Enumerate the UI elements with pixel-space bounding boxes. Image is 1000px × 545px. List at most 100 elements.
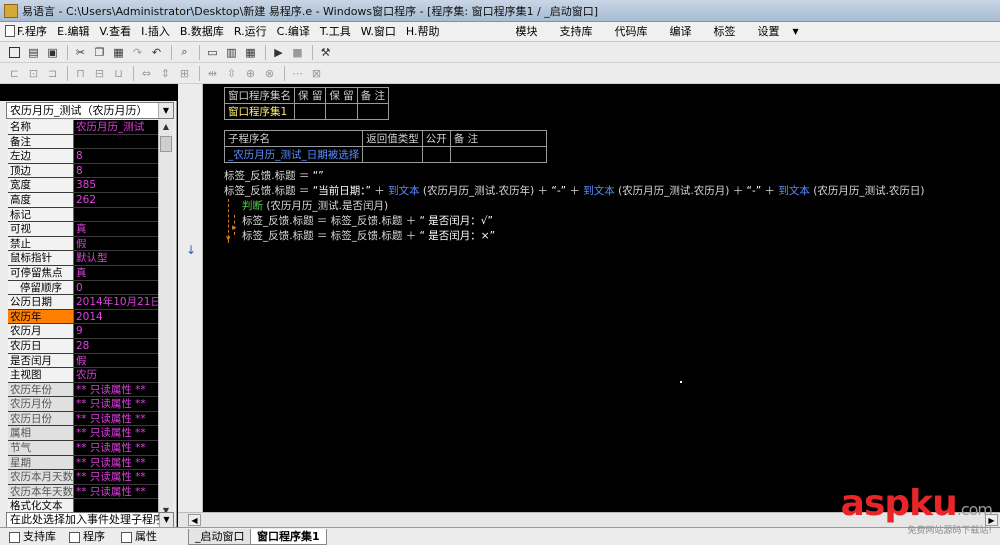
menu-window[interactable]: W.窗口	[356, 22, 401, 42]
align-middle-icon[interactable]: ⊟	[91, 65, 108, 82]
property-row[interactable]: 农历日份 ** 只读属性 **	[8, 411, 158, 427]
open-folder-icon[interactable]: ▤	[25, 44, 42, 61]
property-value[interactable]: 真	[74, 265, 158, 280]
property-value[interactable]: 真	[74, 222, 158, 236]
property-row[interactable]: 顶边 8	[8, 163, 158, 179]
property-row[interactable]: 左边 8	[8, 149, 158, 164]
code-line-4[interactable]: 标签_反馈.标题 ＝ 标签_反馈.标题 ＋ “ 是否闰月：√”	[242, 213, 493, 228]
property-value[interactable]: ** 只读属性 **	[74, 397, 158, 411]
tab-window-assembly[interactable]: 窗口程序集1	[250, 529, 327, 545]
menu-insert[interactable]: I.插入	[136, 22, 175, 42]
assembly-reserved1-cell[interactable]	[293, 103, 327, 120]
menu-help[interactable]: H.帮助	[401, 22, 445, 42]
tab-properties[interactable]: 属性	[118, 529, 160, 545]
property-value[interactable]: ** 只读属性 **	[74, 470, 158, 484]
code-line-1[interactable]: 标签_反馈.标题 ＝ “”	[224, 168, 324, 183]
space-vertical-icon[interactable]: ⇳	[223, 65, 240, 82]
property-row[interactable]: 鼠标指针 默认型	[8, 251, 158, 266]
menu-tags[interactable]: 标签	[702, 22, 746, 42]
menu-run[interactable]: R.运行	[229, 22, 272, 42]
assembly-remark-cell[interactable]	[356, 103, 390, 120]
property-row[interactable]: 节气 ** 只读属性 **	[8, 441, 158, 456]
assembly-reserved2-cell[interactable]	[325, 103, 358, 120]
code-line-2[interactable]: 标签_反馈.标题 ＝ “当前日期：” ＋ 到文本 (农历月历_测试.农历年) ＋…	[224, 183, 925, 198]
property-row[interactable]: 主视图 农历	[8, 368, 158, 383]
property-value[interactable]: ** 只读属性 **	[74, 455, 158, 470]
property-row[interactable]: 标记	[8, 207, 158, 223]
property-row[interactable]: 农历月 9	[8, 324, 158, 339]
tab-program[interactable]: 程序	[66, 529, 108, 545]
property-row[interactable]: 是否闰月假	[8, 353, 158, 369]
align-left-icon[interactable]: ⊏	[6, 65, 23, 82]
property-value[interactable]: ** 只读属性 **	[74, 484, 158, 499]
property-row[interactable]: 农历年份 ** 只读属性 **	[8, 382, 158, 398]
property-row[interactable]: 农历日 28	[8, 338, 158, 354]
property-row[interactable]: 星期 ** 只读属性 **	[8, 455, 158, 471]
property-value[interactable]: 2014年10月21日23	[74, 295, 158, 309]
run-icon[interactable]: ▶	[270, 44, 287, 61]
property-value[interactable]: 8	[74, 163, 158, 178]
undo-icon[interactable]: ↶	[148, 44, 165, 61]
align-right-icon[interactable]: ⊐	[44, 65, 61, 82]
property-value[interactable]: 8	[74, 149, 158, 163]
property-value[interactable]: ** 只读属性 **	[74, 441, 158, 455]
paste-icon[interactable]: ▦	[110, 44, 127, 61]
property-value[interactable]: 385	[74, 178, 158, 192]
property-value[interactable]	[74, 134, 158, 149]
property-row[interactable]: 停留顺序 0	[8, 280, 158, 296]
property-row[interactable]: 农历本月天数 ** 只读属性 **	[8, 470, 158, 485]
code-editor[interactable]: 窗口程序集名 保 留 保 留 备 注 窗口程序集1 子程序名 返回值类型 公开 …	[204, 84, 1000, 512]
menu-settings[interactable]: 设置	[746, 22, 790, 42]
align-center-icon[interactable]: ⊡	[25, 65, 42, 82]
menu-program[interactable]: F.程序	[0, 22, 52, 42]
window-split-icon[interactable]: ▥	[223, 44, 240, 61]
assembly-name-cell[interactable]: 窗口程序集1	[224, 103, 295, 120]
object-selector[interactable]: 农历月历_测试（农历月历） ▼	[6, 102, 174, 119]
property-row[interactable]: 可视真	[8, 222, 158, 237]
menu-tools[interactable]: T.工具	[315, 22, 356, 42]
property-value[interactable]: 2014	[74, 309, 158, 324]
align-bottom-icon[interactable]: ⊔	[110, 65, 127, 82]
debug-tools-icon[interactable]: ⚒	[317, 44, 334, 61]
property-row[interactable]: 农历本年天数 ** 只读属性 **	[8, 484, 158, 500]
sub-name-cell[interactable]: _农历月历_测试_日期被选择	[223, 146, 364, 163]
property-row[interactable]: 备注	[8, 134, 158, 150]
property-row[interactable]: 宽度 385	[8, 178, 158, 193]
tab-startup-window[interactable]: _启动窗口	[188, 529, 252, 545]
new-file-icon[interactable]	[6, 44, 23, 61]
code-line-5[interactable]: 标签_反馈.标题 ＝ 标签_反馈.标题 ＋ “ 是否闰月：×”	[242, 228, 495, 243]
stop-icon[interactable]: ■	[289, 44, 306, 61]
menu-modules[interactable]: 模块	[504, 22, 548, 42]
property-value[interactable]: 农历月历_测试	[74, 120, 158, 134]
find-icon[interactable]: ⌕	[176, 44, 193, 61]
sub-remark-cell[interactable]	[449, 146, 547, 163]
property-row[interactable]: 可停留焦点真	[8, 265, 158, 281]
property-value[interactable]: 假	[74, 236, 158, 251]
menu-support-library[interactable]: 支持库	[548, 22, 603, 42]
same-width-icon[interactable]: ⇔	[138, 65, 155, 82]
property-row[interactable]: 禁止假	[8, 236, 158, 252]
event-selector[interactable]: 在此处选择加入事件处理子程序 ▼	[6, 512, 174, 528]
property-value[interactable]	[74, 499, 158, 514]
property-value[interactable]: 9	[74, 324, 158, 338]
window-grid-icon[interactable]: ▦	[242, 44, 259, 61]
property-value[interactable]	[74, 207, 158, 222]
menu-code-library[interactable]: 代码库	[603, 22, 658, 42]
copy-icon[interactable]: ❐	[91, 44, 108, 61]
space-horizontal-icon[interactable]: ⇹	[204, 65, 221, 82]
sub-public-cell[interactable]	[421, 146, 451, 163]
property-value[interactable]: 0	[74, 280, 158, 295]
property-value[interactable]: ** 只读属性 **	[74, 411, 158, 426]
property-row[interactable]: 属相 ** 只读属性 **	[8, 426, 158, 442]
menu-view[interactable]: V.查看	[95, 22, 137, 42]
redo-icon[interactable]: ↷	[129, 44, 146, 61]
menu-build[interactable]: 编译	[658, 22, 702, 42]
same-height-icon[interactable]: ⇕	[157, 65, 174, 82]
center-horizontal-icon[interactable]: ⊕	[242, 65, 259, 82]
chevron-down-icon[interactable]: ▼	[158, 103, 173, 118]
property-row[interactable]: 高度 262	[8, 192, 158, 208]
property-row[interactable]: 公历日期2014年10月21日23	[8, 295, 158, 310]
tab-support-library[interactable]: 支持库	[6, 529, 59, 545]
property-value[interactable]: 28	[74, 338, 158, 353]
code-line-3[interactable]: 判断 (农历月历_测试.是否闰月)	[242, 198, 388, 213]
